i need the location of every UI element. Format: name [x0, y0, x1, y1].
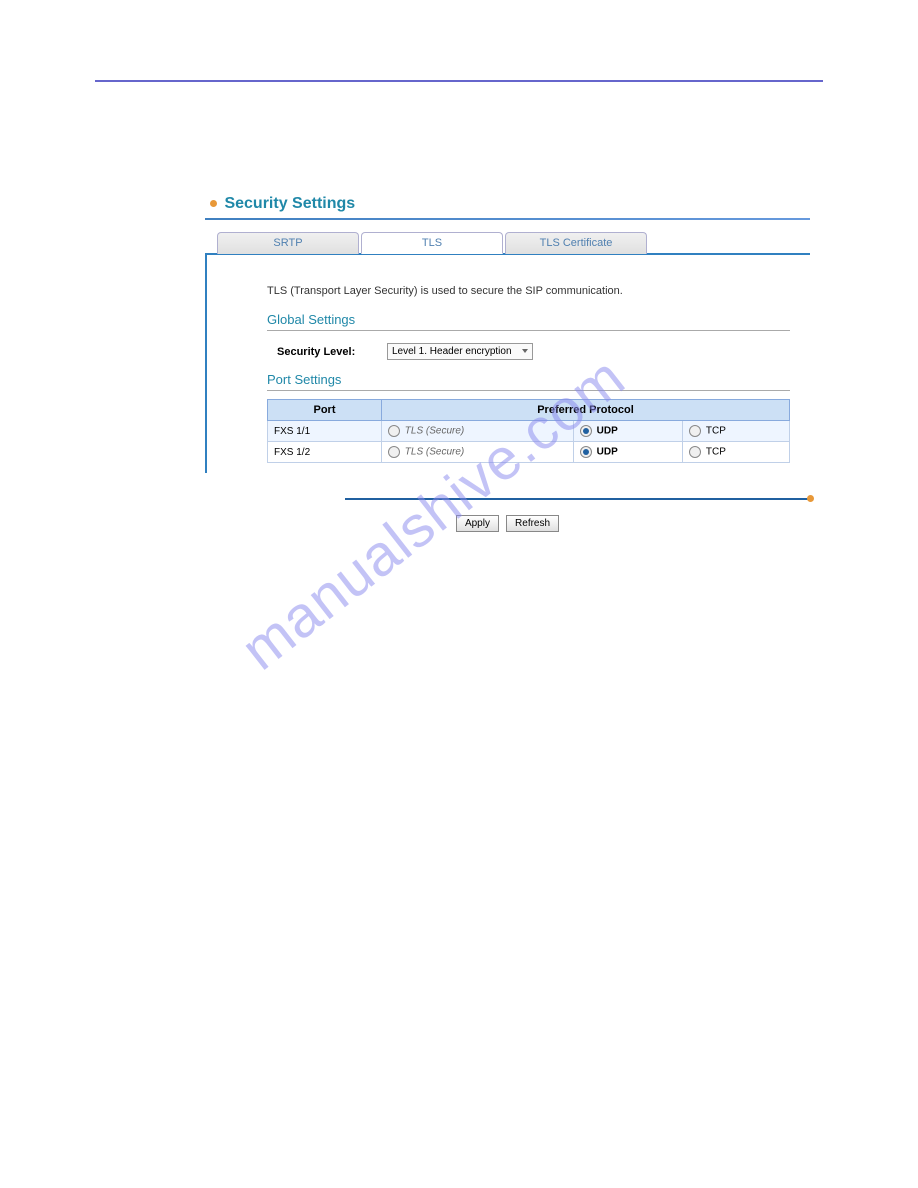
radio-icon[interactable]	[388, 425, 400, 437]
radio-icon[interactable]	[580, 446, 592, 458]
global-settings-heading: Global Settings	[267, 312, 790, 331]
tab-srtp[interactable]: SRTP	[217, 232, 359, 254]
port-settings-table: Port Preferred Protocol FXS 1/1 TLS (Sec…	[267, 399, 790, 463]
col-header-protocol: Preferred Protocol	[382, 400, 790, 421]
protocol-cell[interactable]: TLS (Secure)	[382, 421, 574, 442]
port-cell: FXS 1/1	[268, 421, 382, 442]
tab-tls[interactable]: TLS	[361, 232, 503, 254]
radio-icon[interactable]	[388, 446, 400, 458]
footer-divider	[345, 498, 810, 500]
protocol-cell[interactable]: TCP	[683, 442, 790, 463]
security-level-row: Security Level: Level 1. Header encrypti…	[267, 339, 790, 372]
tabs-row: SRTP TLS TLS Certificate	[217, 232, 810, 254]
action-buttons: Apply Refresh	[205, 515, 810, 532]
radio-icon[interactable]	[689, 425, 701, 437]
security-level-value: Level 1. Header encryption	[392, 346, 512, 357]
table-row: FXS 1/1 TLS (Secure) UDP TCP	[268, 421, 790, 442]
page-title: Security Settings	[205, 195, 810, 213]
page-title-text: Security Settings	[224, 195, 355, 212]
col-header-port: Port	[268, 400, 382, 421]
security-level-select[interactable]: Level 1. Header encryption	[387, 343, 533, 360]
radio-icon[interactable]	[689, 446, 701, 458]
protocol-cell[interactable]: TCP	[683, 421, 790, 442]
chevron-down-icon	[522, 349, 528, 353]
tab-content: TLS (Transport Layer Security) is used t…	[205, 253, 810, 473]
page-top-divider	[95, 80, 823, 82]
title-dot-icon	[210, 200, 217, 207]
tab-tls-certificate[interactable]: TLS Certificate	[505, 232, 647, 254]
protocol-cell[interactable]: UDP	[573, 421, 682, 442]
protocol-cell[interactable]: UDP	[573, 442, 682, 463]
radio-icon[interactable]	[580, 425, 592, 437]
tls-description: TLS (Transport Layer Security) is used t…	[267, 285, 790, 297]
refresh-button[interactable]: Refresh	[506, 515, 559, 532]
port-cell: FXS 1/2	[268, 442, 382, 463]
footer-dot-icon	[807, 495, 814, 502]
security-settings-panel: Security Settings SRTP TLS TLS Certifica…	[205, 195, 810, 532]
title-underline	[205, 218, 810, 220]
table-row: FXS 1/2 TLS (Secure) UDP TCP	[268, 442, 790, 463]
apply-button[interactable]: Apply	[456, 515, 499, 532]
security-level-label: Security Level:	[277, 346, 387, 358]
protocol-cell[interactable]: TLS (Secure)	[382, 442, 574, 463]
port-settings-heading: Port Settings	[267, 372, 790, 391]
